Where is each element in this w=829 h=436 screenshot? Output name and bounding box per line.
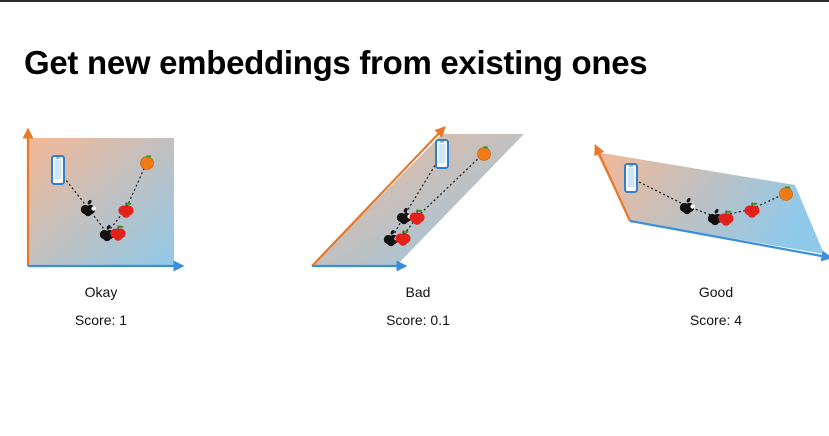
embedding-plane (28, 138, 174, 266)
panel-score-good: Score: 4 (689, 312, 743, 328)
panel-okay (22, 127, 185, 272)
embedding-diagrams (22, 126, 829, 272)
panel-score-bad: Score: 0.1 (386, 312, 450, 328)
phone-icon (624, 163, 638, 193)
phone-icon (435, 139, 449, 169)
phone-icon (51, 155, 65, 185)
panel-score-okay: Score: 1 (74, 312, 128, 328)
panel-bad (311, 126, 524, 272)
panel-label-bad: Bad (405, 284, 431, 300)
panel-label-okay: Okay (84, 284, 118, 300)
panel-label-good: Good (698, 284, 734, 300)
panel-good (594, 144, 829, 262)
